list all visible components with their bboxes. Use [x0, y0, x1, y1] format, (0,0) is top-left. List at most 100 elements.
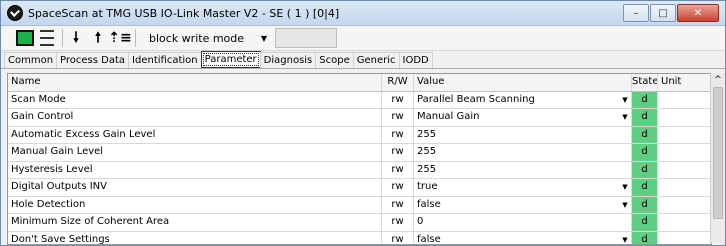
param-unit [658, 127, 711, 144]
param-state: d [632, 144, 658, 161]
param-access: rw [382, 126, 414, 143]
param-value-field[interactable]: true ▼ [414, 179, 632, 196]
minimize-button[interactable]: – [623, 4, 649, 22]
param-name: Gain Control [8, 109, 382, 126]
param-access: rw [382, 144, 414, 161]
param-unit [658, 197, 711, 214]
column-header-name[interactable]: Name [8, 74, 382, 91]
param-value-field[interactable]: false ▼ [414, 231, 632, 245]
param-value: false [417, 233, 441, 245]
param-access: rw [382, 109, 414, 126]
param-state: d [632, 109, 658, 126]
read-button[interactable]: 🠗 [66, 28, 86, 48]
column-header-rw[interactable]: R/W [382, 74, 414, 91]
table-row[interactable]: Minimum Size of Coherent Area rw 0 d [8, 214, 711, 232]
window-title: SpaceScan at TMG USB IO-Link Master V2 -… [28, 6, 340, 20]
table-row[interactable]: Don't Save Settings rw false ▼ d [8, 231, 711, 245]
param-value: 255 [417, 146, 437, 157]
chevron-down-icon: ▼ [260, 33, 267, 43]
param-unit [658, 144, 711, 161]
write-mode-value: block write mode [149, 31, 245, 45]
table-row[interactable]: Digital Outputs INV rw true ▼ d [8, 179, 711, 197]
app-logo-icon [7, 5, 23, 21]
title-bar[interactable]: SpaceScan at TMG USB IO-Link Master V2 -… [1, 1, 725, 26]
param-value-field[interactable]: 255 [414, 126, 632, 143]
up-arrow-icon: 🠕 [94, 30, 101, 46]
chevron-down-icon[interactable]: ▼ [619, 232, 631, 245]
param-value: 255 [417, 163, 437, 175]
param-access: rw [382, 91, 414, 108]
window-controls: – □ ✕ [622, 4, 719, 22]
write-mode-select[interactable]: block write mode ▼ [145, 29, 271, 48]
tab-scope[interactable]: Scope [315, 52, 354, 68]
tab-parameter[interactable]: Parameter [200, 51, 261, 68]
chevron-down-icon[interactable]: ▼ [619, 197, 631, 214]
param-unit [658, 109, 711, 126]
chevron-down-icon[interactable]: ▼ [619, 179, 631, 196]
param-name: Manual Gain Level [8, 144, 382, 161]
param-value-field[interactable]: false ▼ [414, 196, 632, 214]
table-row[interactable]: Automatic Excess Gain Level rw 255 d [8, 126, 711, 144]
param-state: d [632, 126, 658, 143]
maximize-button[interactable]: □ [650, 4, 676, 22]
table-row[interactable]: Gain Control rw Manual Gain ▼ d [8, 109, 711, 127]
param-value-field[interactable]: 0 [414, 214, 632, 231]
param-value-field[interactable]: Manual Gain ▼ [414, 109, 632, 126]
write-all-button[interactable]: ⇡≡ [108, 28, 132, 48]
toolbar: 🠗 🠕 ⇡≡ block write mode ▼ [1, 26, 725, 51]
chevron-down-icon[interactable]: ▼ [619, 109, 631, 126]
param-name: Automatic Excess Gain Level [8, 126, 382, 143]
param-access: rw [382, 214, 414, 231]
param-value: Manual Gain [417, 111, 480, 122]
tab-bar: Common Process Data Identification Param… [1, 51, 725, 69]
column-header-state[interactable]: State [632, 74, 658, 91]
parameter-table: Name R/W Value State Unit Scan Mode rw Par… [7, 73, 712, 245]
toolbar-separator [62, 29, 63, 47]
param-name: Don't Save Settings [8, 231, 382, 244]
sort-arrow-icon: ⇡≡ [108, 30, 132, 46]
table-row[interactable]: Manual Gain Level rw 255 d [8, 144, 711, 162]
table-row[interactable]: Hysteresis Level rw 255 d [8, 161, 711, 179]
param-unit [658, 92, 711, 109]
param-name: Scan Mode [8, 91, 382, 108]
param-value: Parallel Beam Scanning [417, 93, 535, 105]
param-state: d [632, 214, 658, 231]
connect-button[interactable] [15, 28, 35, 48]
down-arrow-icon: 🠗 [72, 30, 79, 46]
scroll-thumb[interactable] [713, 87, 723, 219]
tab-iodd[interactable]: IODD [398, 52, 433, 68]
table-row[interactable]: Hole Detection rw false ▼ d [8, 196, 711, 214]
table-body: Scan Mode rw Parallel Beam Scanning ▼ d Gain … [8, 91, 711, 245]
param-access: rw [382, 179, 414, 196]
scroll-up-icon[interactable]: ^ [711, 73, 725, 87]
column-header-value[interactable]: Value [414, 74, 632, 91]
write-button[interactable]: 🠕 [88, 28, 108, 48]
column-header-value-label: Value [417, 76, 445, 87]
status-field [275, 28, 337, 48]
close-button[interactable]: ✕ [677, 4, 719, 22]
param-value-field[interactable]: 255 [414, 144, 632, 161]
param-state: d [632, 161, 658, 178]
tab-diagnosis[interactable]: Diagnosis [259, 52, 317, 68]
param-value-field[interactable]: Parallel Beam Scanning ▼ [414, 91, 632, 109]
param-state: d [632, 231, 658, 244]
param-name: Digital Outputs INV [8, 179, 382, 196]
chevron-down-icon[interactable]: ▼ [619, 92, 631, 109]
vertical-scrollbar[interactable]: ^ [710, 73, 725, 243]
tab-common[interactable]: Common [4, 52, 58, 68]
param-name: Hysteresis Level [8, 161, 382, 178]
param-access: rw [382, 196, 414, 213]
tab-generic[interactable]: Generic [352, 52, 400, 68]
param-unit [658, 232, 711, 245]
tab-process-data[interactable]: Process Data [56, 52, 130, 68]
param-value: false [417, 198, 441, 210]
param-access: rw [382, 231, 414, 244]
param-state: d [632, 179, 658, 196]
param-access: rw [382, 161, 414, 178]
param-state: d [632, 91, 658, 108]
tab-identification[interactable]: Identification [128, 52, 202, 68]
table-row[interactable]: Scan Mode rw Parallel Beam Scanning ▼ d [8, 91, 711, 109]
list-button[interactable] [37, 28, 57, 48]
column-header-unit[interactable]: Unit [658, 74, 711, 91]
param-value-field[interactable]: 255 [414, 161, 632, 178]
